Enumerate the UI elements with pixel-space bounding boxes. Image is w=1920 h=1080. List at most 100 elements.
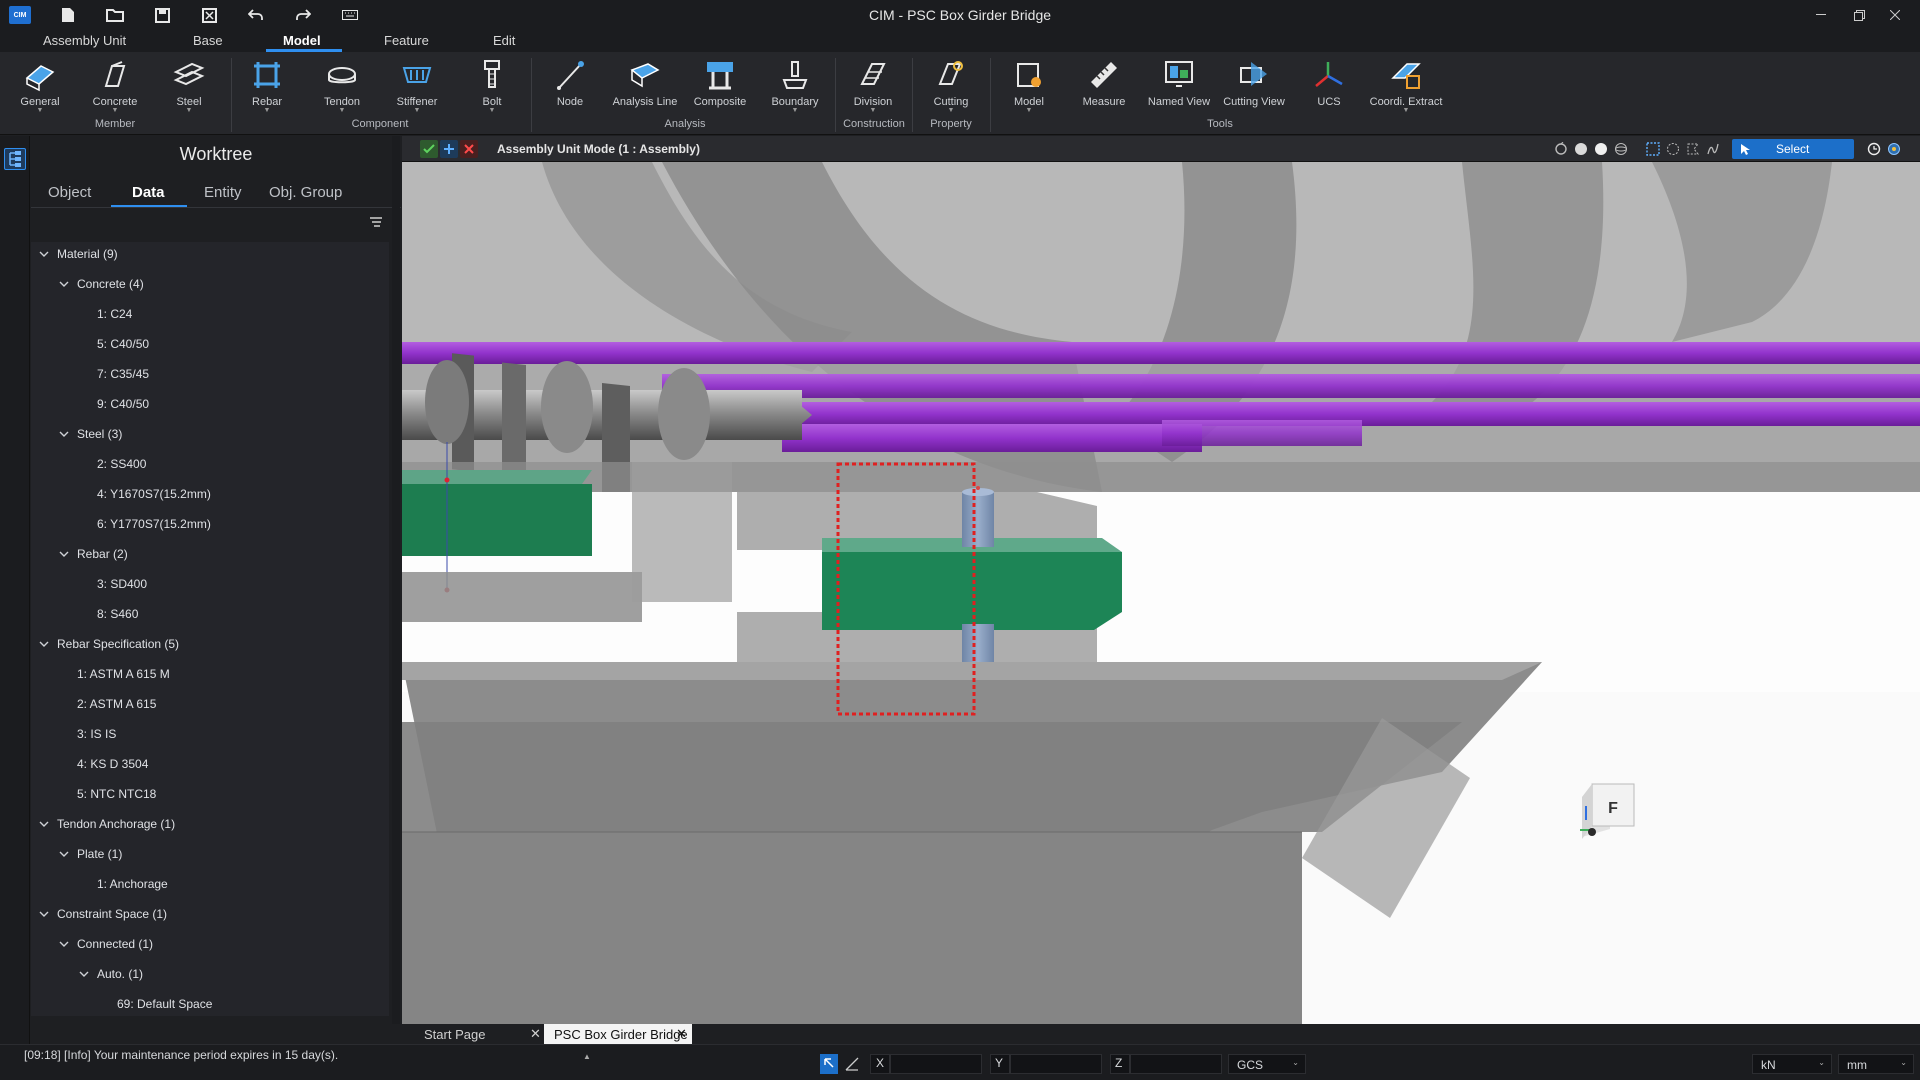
worktree-scrollbar[interactable] [392, 136, 400, 1024]
tree-item[interactable]: 1: Anchorage [97, 872, 168, 896]
solid-mode-icon[interactable] [1592, 140, 1610, 158]
length-unit-select[interactable]: mm ⌄ [1838, 1054, 1914, 1074]
z-coordinate-input[interactable] [1130, 1054, 1222, 1074]
snap-toggle-icon[interactable] [820, 1054, 838, 1074]
tree-item[interactable]: 2: ASTM A 615 [77, 692, 156, 716]
lasso-select-icon[interactable] [1704, 140, 1722, 158]
open-folder-icon[interactable] [105, 5, 125, 25]
bridge-model-render[interactable]: F [402, 162, 1920, 1024]
chevron-down-icon[interactable] [37, 817, 51, 831]
close-tab-icon[interactable]: ✕ [530, 1026, 541, 1042]
cutting-view-button[interactable]: Cutting View [1219, 58, 1289, 108]
division-button[interactable]: Division ▼ [838, 58, 908, 114]
tree-item[interactable]: Tendon Anchorage (1) [37, 812, 175, 836]
tree-item[interactable]: Material (9) [37, 242, 118, 266]
rotate-view-icon[interactable] [1552, 140, 1570, 158]
chevron-down-icon[interactable] [77, 967, 91, 981]
named-view-button[interactable]: Named View [1144, 58, 1214, 108]
y-coordinate-input[interactable] [1010, 1054, 1102, 1074]
chevron-down-icon[interactable] [57, 937, 71, 951]
cutting-button[interactable]: Cutting ▼ [916, 58, 986, 114]
confirm-icon[interactable] [420, 140, 438, 158]
chevron-down-icon[interactable] [57, 547, 71, 561]
tab-model[interactable]: Model [283, 33, 321, 48]
worktree-panel-icon[interactable] [4, 148, 26, 170]
wireframe-mode-icon[interactable] [1612, 140, 1630, 158]
clock-icon[interactable] [1865, 140, 1883, 158]
undo-icon[interactable] [246, 5, 266, 25]
redo-icon[interactable] [293, 5, 313, 25]
grid-toggle-icon[interactable] [843, 1054, 861, 1074]
chevron-down-icon[interactable] [57, 427, 71, 441]
keyboard-icon[interactable] [340, 5, 360, 25]
close-file-icon[interactable] [199, 5, 219, 25]
tree-item[interactable]: Concrete (4) [57, 272, 144, 296]
view-cube[interactable]: F [1580, 783, 1635, 839]
chevron-down-icon[interactable] [57, 277, 71, 291]
box-select-icon[interactable] [1644, 140, 1662, 158]
chevron-down-icon[interactable] [37, 637, 51, 651]
tree-item[interactable]: Auto. (1) [77, 962, 143, 986]
doc-tab-psc-box-girder-bridge[interactable]: PSC Box Girder Bridge ✕ [544, 1024, 692, 1044]
shade-mode-icon[interactable] [1572, 140, 1590, 158]
model-button[interactable]: Model ▼ [994, 58, 1064, 114]
general-button[interactable]: General ▼ [5, 58, 75, 114]
tree-item[interactable]: Connected (1) [57, 932, 153, 956]
circle-select-icon[interactable] [1664, 140, 1682, 158]
rebar-button[interactable]: Rebar ▼ [232, 58, 302, 114]
concrete-button[interactable]: Concrete ▼ [80, 58, 150, 114]
tab-feature[interactable]: Feature [384, 33, 429, 48]
add-icon[interactable] [440, 140, 458, 158]
tree-item[interactable]: 1: ASTM A 615 M [77, 662, 170, 686]
tab-entity[interactable]: Entity [204, 184, 242, 201]
coordi-extract-button[interactable]: Coordi. Extract ▼ [1369, 58, 1443, 114]
save-icon[interactable] [152, 5, 172, 25]
expand-log-icon[interactable]: ▲ [583, 1052, 591, 1061]
new-file-icon[interactable] [58, 5, 78, 25]
tree-item[interactable]: 4: KS D 3504 [77, 752, 148, 776]
steel-button[interactable]: Steel ▼ [154, 58, 224, 114]
tab-obj-group[interactable]: Obj. Group [269, 184, 342, 201]
close-window-icon[interactable] [1886, 6, 1904, 24]
sort-icon[interactable] [369, 215, 383, 229]
analysis-line-button[interactable]: Analysis Line [610, 58, 680, 108]
boundary-button[interactable]: Boundary ▼ [760, 58, 830, 114]
select-mode-button[interactable]: Select [1732, 139, 1854, 159]
tree-item[interactable]: Constraint Space (1) [37, 902, 167, 926]
node-button[interactable]: Node [535, 58, 605, 108]
tab-data[interactable]: Data [132, 184, 165, 201]
coordinate-system-select[interactable]: GCS ⌄ [1228, 1054, 1306, 1074]
chevron-down-icon[interactable] [37, 907, 51, 921]
ucs-button[interactable]: UCS [1294, 58, 1364, 108]
model-viewport[interactable]: F [402, 162, 1920, 1024]
stiffener-button[interactable]: Stiffener ▼ [382, 58, 452, 114]
tendon-button[interactable]: Tendon ▼ [307, 58, 377, 114]
tree-item[interactable]: Rebar (2) [57, 542, 128, 566]
tree-item[interactable]: 5: NTC NTC18 [77, 782, 156, 806]
tree-item[interactable]: 7: C35/45 [97, 362, 149, 386]
tree-item[interactable]: 9: C40/50 [97, 392, 149, 416]
tab-assembly-unit[interactable]: Assembly Unit [43, 33, 126, 48]
tree-item[interactable]: Steel (3) [57, 422, 122, 446]
polygon-select-icon[interactable] [1684, 140, 1702, 158]
force-unit-select[interactable]: kN ⌄ [1752, 1054, 1832, 1074]
tree-item[interactable]: 5: C40/50 [97, 332, 149, 356]
tab-base[interactable]: Base [193, 33, 223, 48]
minimize-icon[interactable] [1812, 6, 1830, 24]
bolt-button[interactable]: Bolt ▼ [457, 58, 527, 114]
chevron-down-icon[interactable] [57, 847, 71, 861]
tree-item[interactable]: 3: SD400 [97, 572, 147, 596]
close-tab-icon[interactable]: ✕ [676, 1026, 687, 1042]
tree-item[interactable]: Plate (1) [57, 842, 122, 866]
tab-edit[interactable]: Edit [493, 33, 515, 48]
chevron-down-icon[interactable] [37, 247, 51, 261]
tab-object[interactable]: Object [48, 184, 91, 201]
tree-item[interactable]: 8: S460 [97, 602, 138, 626]
composite-button[interactable]: Composite [685, 58, 755, 108]
tree-item[interactable]: 4: Y1670S7(15.2mm) [97, 482, 211, 506]
cancel-icon[interactable] [460, 140, 478, 158]
view-settings-icon[interactable] [1885, 140, 1903, 158]
measure-button[interactable]: Measure [1069, 58, 1139, 108]
tree-item[interactable]: 69: Default Space [117, 992, 212, 1016]
tree-item[interactable]: Rebar Specification (5) [37, 632, 179, 656]
